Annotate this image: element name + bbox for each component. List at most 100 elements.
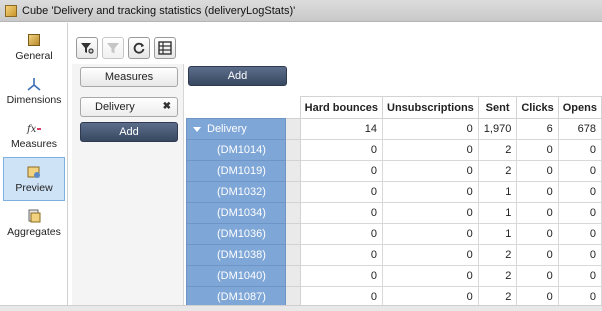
nav-item-label: General <box>15 50 53 62</box>
table-cell: 0 <box>382 139 479 161</box>
table-cell: 0 <box>382 181 479 203</box>
nav-item-preview[interactable]: Preview <box>3 157 65 201</box>
table-cell: 0 <box>557 244 602 266</box>
table-cell: 0 <box>299 139 384 161</box>
cube-icon <box>26 32 42 48</box>
table-cell: 0 <box>382 202 479 224</box>
table-cell: 2 <box>477 160 518 182</box>
table-cell: 0 <box>299 244 384 266</box>
table-row: (DM1034) 0 0 1 0 0 <box>185 202 602 224</box>
row-header[interactable]: (DM1019) <box>185 160 287 182</box>
table-row: Delivery 14 0 1,970 6 678 <box>185 118 602 140</box>
table-cell: 0 <box>557 202 602 224</box>
row-header[interactable]: (DM1034) <box>185 202 287 224</box>
bottom-scrollbar[interactable] <box>0 305 602 311</box>
nav-item-dimensions[interactable]: Dimensions <box>3 69 65 113</box>
table-cell: 0 <box>299 265 384 287</box>
table-row: (DM1019) 0 0 2 0 0 <box>185 160 602 182</box>
table-cell: 1 <box>477 181 518 203</box>
table-cell: 0 <box>299 223 384 245</box>
table-cell: 0 <box>516 202 559 224</box>
column-header[interactable]: Hard bounces <box>299 96 384 119</box>
table-cell: 0 <box>557 223 602 245</box>
table-settings-button[interactable] <box>154 37 176 59</box>
row-header[interactable]: (DM1036) <box>185 223 287 245</box>
add-filter-button[interactable] <box>76 37 98 59</box>
preview-grid: Hard bounces Unsubscriptions Sent Clicks… <box>185 90 602 311</box>
table-cell: 0 <box>516 244 559 266</box>
dimensions-icon <box>26 76 42 92</box>
left-navigation: General Dimensions fx Measures Preview A… <box>0 23 68 311</box>
table-cell: 678 <box>557 118 602 140</box>
table-row: (DM1038) 0 0 2 0 0 <box>185 244 602 266</box>
table-cell: 2 <box>477 139 518 161</box>
table-cell: 0 <box>299 160 384 182</box>
column-header[interactable]: Clicks <box>516 96 559 119</box>
table-row: (DM1014) 0 0 2 0 0 <box>185 139 602 161</box>
measures-button[interactable]: Measures <box>80 67 178 87</box>
row-header[interactable]: (DM1032) <box>185 181 287 203</box>
funnel-icon <box>107 43 119 54</box>
funnel-add-icon <box>81 43 94 54</box>
window-title: Cube 'Delivery and tracking statistics (… <box>22 4 296 17</box>
table-row: (DM1036) 0 0 1 0 0 <box>185 223 602 245</box>
nav-item-label: Dimensions <box>6 94 62 106</box>
table-cell: 0 <box>516 265 559 287</box>
dimension-chip-delivery[interactable]: Delivery ✖ <box>80 97 178 117</box>
table-cell: 0 <box>516 139 559 161</box>
table-header-row: Hard bounces Unsubscriptions Sent Clicks… <box>187 96 602 119</box>
window-titlebar: Cube 'Delivery and tracking statistics (… <box>0 0 602 22</box>
svg-text:fx: fx <box>26 124 37 135</box>
table-cell: 1,970 <box>477 118 518 140</box>
nav-item-aggregates[interactable]: Aggregates <box>3 201 65 245</box>
nav-item-general[interactable]: General <box>3 25 65 69</box>
nav-item-measures[interactable]: fx Measures <box>3 113 65 157</box>
table-cell: 0 <box>557 265 602 287</box>
column-header[interactable]: Sent <box>477 96 518 119</box>
table-cell: 0 <box>382 223 479 245</box>
table-cell: 0 <box>382 118 479 140</box>
table-cell: 0 <box>516 160 559 182</box>
measures-icon: fx <box>26 120 42 136</box>
table-cell: 0 <box>299 181 384 203</box>
table-cell: 0 <box>299 202 384 224</box>
add-dimension-button[interactable]: Add <box>80 122 178 142</box>
cube-icon <box>5 4 17 17</box>
table-cell: 0 <box>382 265 479 287</box>
dimension-chip-label: Delivery <box>95 101 135 113</box>
preview-table: Hard bounces Unsubscriptions Sent Clicks… <box>185 96 602 308</box>
table-cell: 0 <box>516 223 559 245</box>
nav-item-label: Measures <box>10 138 58 150</box>
row-header[interactable]: (DM1014) <box>185 139 287 161</box>
column-header[interactable]: Opens <box>557 96 602 119</box>
table-cell: 0 <box>557 160 602 182</box>
table-cell: 1 <box>477 223 518 245</box>
filter-button[interactable] <box>102 37 124 59</box>
preview-icon <box>26 164 42 180</box>
table-settings-icon <box>158 41 172 55</box>
column-header[interactable]: Unsubscriptions <box>382 96 479 119</box>
table-cell: 0 <box>382 244 479 266</box>
row-header[interactable]: (DM1040) <box>185 265 287 287</box>
nav-item-label: Preview <box>15 182 53 194</box>
nav-item-label: Aggregates <box>7 226 61 238</box>
dimension-panel: Measures Delivery ✖ <box>72 64 184 311</box>
table-cell: 2 <box>477 265 518 287</box>
row-header-delivery[interactable]: Delivery <box>185 118 287 140</box>
add-measure-button[interactable]: Add <box>188 66 287 86</box>
table-cell: 14 <box>299 118 384 140</box>
aggregates-icon <box>26 208 42 224</box>
table-cell: 0 <box>557 181 602 203</box>
table-cell: 1 <box>477 202 518 224</box>
table-cell: 0 <box>382 160 479 182</box>
table-row: (DM1040) 0 0 2 0 0 <box>185 265 602 287</box>
table-row: (DM1032) 0 0 1 0 0 <box>185 181 602 203</box>
remove-dimension-icon[interactable]: ✖ <box>163 101 171 112</box>
table-cell: 6 <box>516 118 559 140</box>
table-cell: 0 <box>516 181 559 203</box>
row-header[interactable]: (DM1038) <box>185 244 287 266</box>
table-cell: 2 <box>477 244 518 266</box>
collapse-triangle-icon[interactable] <box>193 126 201 132</box>
refresh-icon <box>133 42 145 54</box>
refresh-button[interactable] <box>128 37 150 59</box>
